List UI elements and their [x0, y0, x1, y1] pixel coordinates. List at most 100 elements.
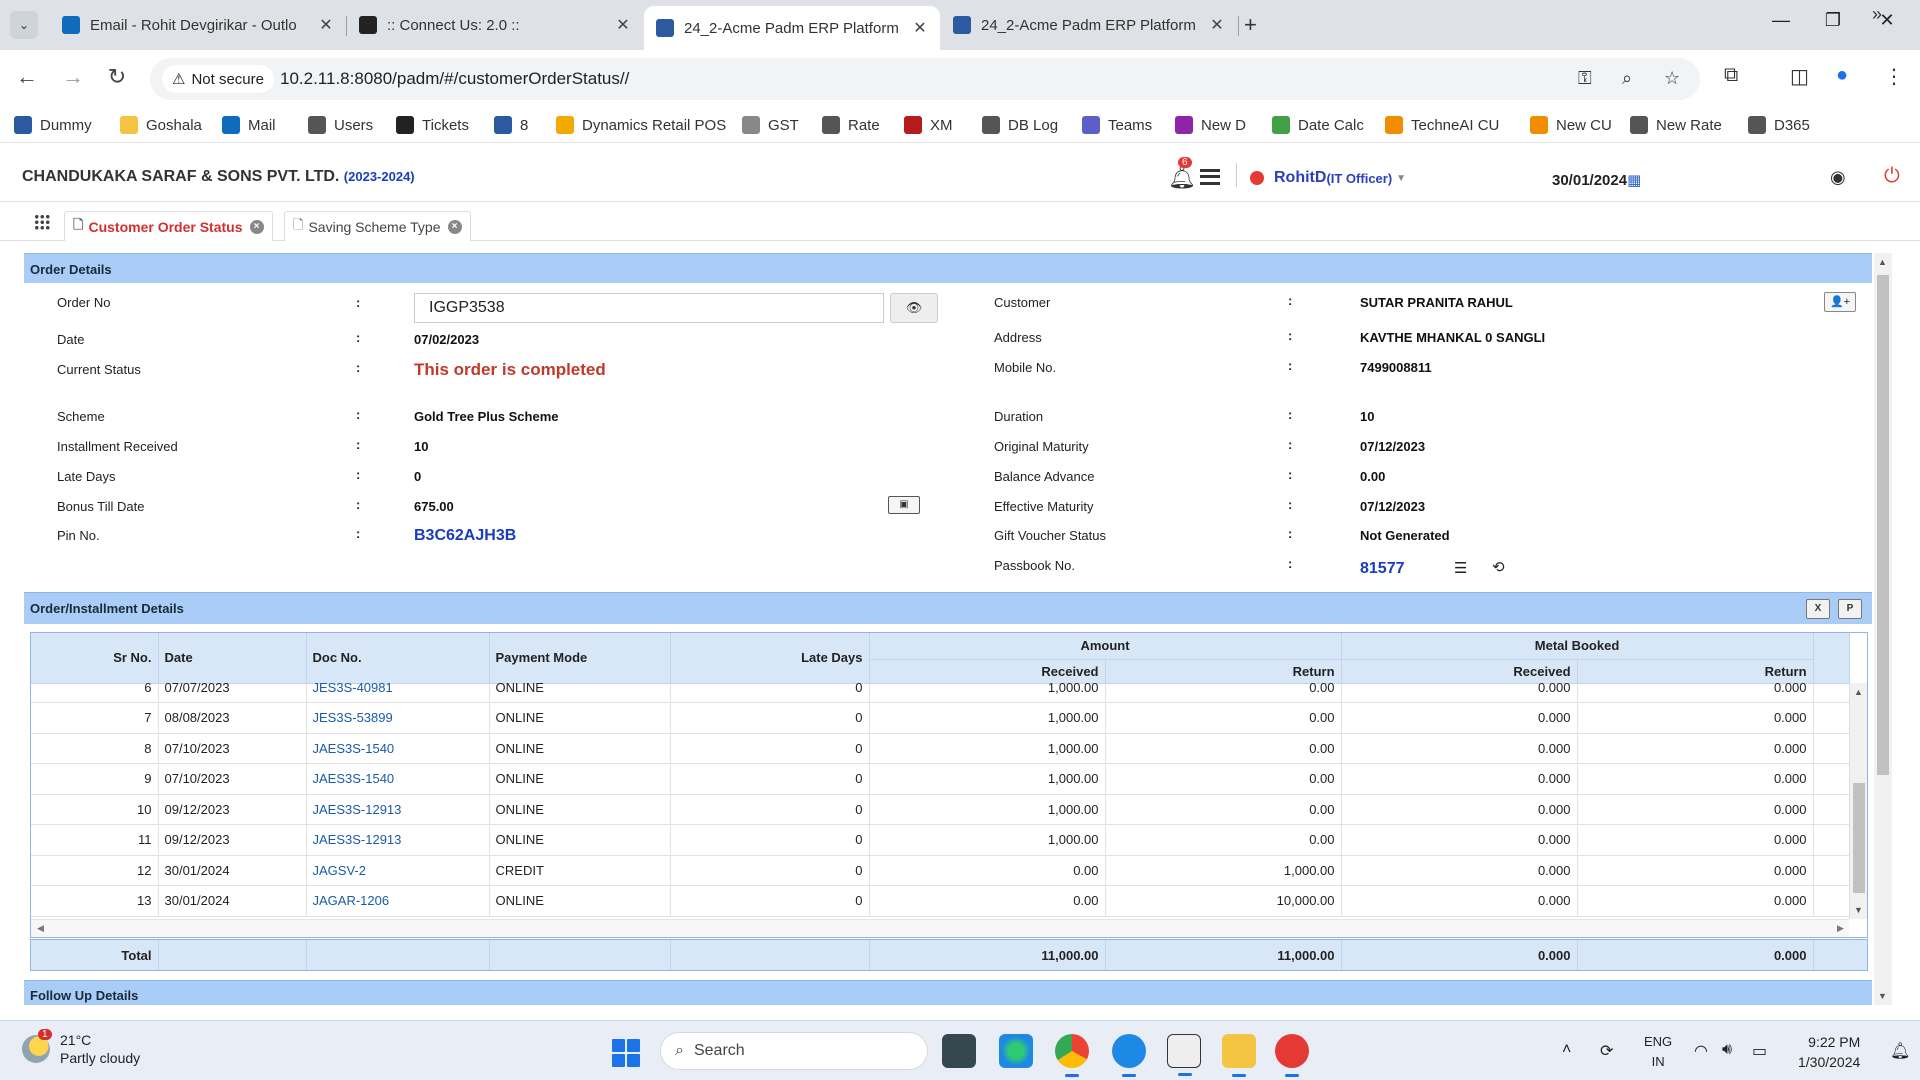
bookmark-item[interactable]: D365: [1748, 116, 1810, 134]
notification-center-icon[interactable]: 🔔︎: [1890, 1041, 1910, 1061]
key-icon[interactable]: ⚿: [1578, 68, 1592, 89]
cell-doc[interactable]: JAES3S-1540: [306, 763, 490, 795]
app-grid-icon[interactable]: [34, 214, 50, 230]
table-row[interactable]: 10 09/12/2023 JAES3S-12913 ONLINE 0 1,000.00 0…: [31, 794, 1849, 825]
address-bar[interactable]: ⚠ Not secure 10.2.11.8:8080/padm/#/custo…: [150, 58, 1700, 100]
security-indicator[interactable]: ⚠ Not secure: [162, 65, 274, 93]
col-header-metal-received[interactable]: Received: [1341, 659, 1578, 684]
col-header-amount-received[interactable]: Received: [869, 659, 1106, 684]
new-tab-plus-icon[interactable]: +: [1244, 12, 1257, 38]
bookmark-item[interactable]: Rate: [822, 116, 880, 134]
browser-tab-outlook[interactable]: Email - Rohit Devgirikar - Outlo ✕: [50, 7, 346, 43]
table-row[interactable]: 11 09/12/2023 JAES3S-12913 ONLINE 0 1,000.00 0…: [31, 824, 1849, 856]
view-order-button[interactable]: 👁︎: [890, 293, 938, 323]
bookmark-item[interactable]: DB Log: [982, 116, 1058, 134]
table-horizontal-scrollbar[interactable]: ◀ ▶: [31, 919, 1849, 937]
excel-export-icon[interactable]: X: [1806, 599, 1830, 619]
notification-bell-icon[interactable]: 🔔︎ 6: [1168, 157, 1196, 191]
close-icon[interactable]: ×: [249, 219, 264, 234]
windows-start-icon[interactable]: [612, 1039, 640, 1067]
list-menu-icon[interactable]: [1200, 169, 1220, 185]
bookmark-item[interactable]: Tickets: [396, 116, 469, 134]
sync-icon[interactable]: ⟳: [1600, 1041, 1613, 1061]
scroll-up-icon[interactable]: ▲: [1854, 687, 1863, 697]
pdf-export-icon[interactable]: P: [1838, 599, 1862, 619]
table-body-scroll[interactable]: 6 07/07/2023 JES3S-40981 ONLINE 0 1,000.00 0.0…: [31, 683, 1849, 919]
language-indicator[interactable]: ENG IN: [1644, 1032, 1672, 1072]
reload-icon[interactable]: ↻: [102, 64, 132, 90]
table-row[interactable]: 12 30/01/2024 JAGSV-2 CREDIT 0 0.00 1,000.00 0.…: [31, 855, 1849, 886]
bookmark-item[interactable]: 8: [494, 116, 528, 134]
forward-arrow-icon[interactable]: →: [58, 64, 88, 90]
weather-widget[interactable]: 1 21°C Partly cloudy: [22, 1029, 140, 1067]
browser-tab-connect[interactable]: :: Connect Us: 2.0 :: ✕: [347, 7, 643, 43]
col-header-sr[interactable]: Sr No.: [31, 633, 159, 684]
bookmark-item[interactable]: Dynamics Retail POS: [556, 116, 726, 134]
minimize-icon[interactable]: —: [1766, 10, 1796, 31]
tray-overflow-icon[interactable]: ˄: [1562, 1041, 1571, 1059]
office-app-icon[interactable]: [1275, 1034, 1309, 1077]
col-header-late[interactable]: Late Days: [670, 633, 870, 684]
bookmark-item[interactable]: GST: [742, 116, 799, 134]
extensions-icon[interactable]: ⧉: [1724, 64, 1738, 87]
history-icon[interactable]: ⟲: [1492, 558, 1505, 576]
eye-slash-icon[interactable]: ◉: [1830, 167, 1846, 188]
bookmark-item[interactable]: Goshala: [120, 116, 202, 134]
back-arrow-icon[interactable]: ←: [12, 64, 42, 90]
passbook-list-icon[interactable]: ☰: [1454, 559, 1467, 577]
doc-link[interactable]: JES3S-40981: [313, 683, 393, 695]
system-clock[interactable]: 9:22 PM 1/30/2024: [1798, 1032, 1860, 1072]
table-row[interactable]: 9 07/10/2023 JAES3S-1540 ONLINE 0 1,000.00 0.0…: [31, 763, 1849, 795]
scroll-down-icon[interactable]: ▼: [1878, 991, 1887, 1001]
bookmarks-overflow-icon[interactable]: »: [1872, 4, 1882, 25]
browser-tab-erp[interactable]: 24_2-Acme Padm ERP Platform ✕: [941, 7, 1237, 43]
url-text[interactable]: 10.2.11.8:8080/padm/#/customerOrderStatu…: [280, 69, 629, 89]
col-header-date[interactable]: Date: [158, 633, 307, 684]
doc-link[interactable]: JAGAR-1206: [313, 893, 390, 908]
tab-saving-scheme-type[interactable]: 🗋 Saving Scheme Type ×: [284, 211, 471, 241]
scroll-down-icon[interactable]: ▼: [1854, 905, 1863, 915]
table-row[interactable]: 6 07/07/2023 JES3S-40981 ONLINE 0 1,000.00 0.0…: [31, 683, 1849, 703]
doc-link[interactable]: JAES3S-12913: [313, 802, 402, 817]
close-icon[interactable]: ×: [447, 219, 462, 234]
bookmark-item[interactable]: Date Calc: [1272, 116, 1364, 134]
bookmark-item[interactable]: New Rate: [1630, 116, 1722, 134]
bookmark-item[interactable]: Mail: [222, 116, 276, 134]
side-panel-icon[interactable]: ◫: [1790, 64, 1809, 89]
battery-icon[interactable]: ▭: [1752, 1041, 1767, 1061]
browser-tab-erp-active[interactable]: 24_2-Acme Padm ERP Platform ✕: [644, 6, 940, 50]
doc-link[interactable]: JAGSV-2: [313, 863, 366, 878]
doc-link[interactable]: JAES3S-12913: [313, 832, 402, 847]
close-icon[interactable]: ✕: [912, 18, 928, 38]
cell-doc[interactable]: JAGSV-2: [306, 855, 490, 886]
phone-app-icon[interactable]: [1112, 1034, 1146, 1077]
follow-up-header[interactable]: Follow Up Details: [24, 980, 1872, 1005]
taskbar-search[interactable]: ⌕ Search: [660, 1032, 928, 1070]
page-scroll-thumb[interactable]: [1877, 275, 1889, 775]
vnc-icon[interactable]: [1167, 1034, 1201, 1076]
edge-icon[interactable]: [999, 1034, 1033, 1068]
bookmark-item[interactable]: Teams: [1082, 116, 1152, 134]
close-icon[interactable]: ✕: [318, 15, 334, 35]
doc-link[interactable]: JAES3S-1540: [313, 771, 395, 786]
bookmark-item[interactable]: New D: [1175, 116, 1246, 134]
bookmark-item[interactable]: Dummy: [14, 116, 92, 134]
close-icon[interactable]: ✕: [1209, 15, 1225, 35]
calendar-icon[interactable]: ▦: [1627, 172, 1641, 189]
chrome-icon[interactable]: [1055, 1034, 1089, 1077]
bookmark-item[interactable]: Users: [308, 116, 373, 134]
table-row[interactable]: 8 07/10/2023 JAES3S-1540 ONLINE 0 1,000.00 0.0…: [31, 733, 1849, 764]
task-view-icon[interactable]: [942, 1034, 976, 1068]
wifi-icon[interactable]: ◠: [1694, 1041, 1708, 1061]
table-vertical-scrollbar[interactable]: ▲ ▼: [1849, 683, 1867, 919]
table-row[interactable]: 13 30/01/2024 JAGAR-1206 ONLINE 0 0.00 10,000.…: [31, 885, 1849, 917]
scroll-right-icon[interactable]: ▶: [1837, 923, 1844, 934]
cell-doc[interactable]: JAES3S-12913: [306, 794, 490, 825]
volume-icon[interactable]: 🔊︎: [1722, 1041, 1732, 1059]
scroll-thumb[interactable]: [1853, 783, 1865, 893]
cell-doc[interactable]: JAES3S-12913: [306, 824, 490, 856]
col-header-metal-return[interactable]: Return: [1577, 659, 1814, 684]
tab-search-button[interactable]: ⌄: [10, 11, 38, 39]
bookmark-item[interactable]: TechneAI CU: [1385, 116, 1499, 134]
cell-doc[interactable]: JAGAR-1206: [306, 885, 490, 917]
